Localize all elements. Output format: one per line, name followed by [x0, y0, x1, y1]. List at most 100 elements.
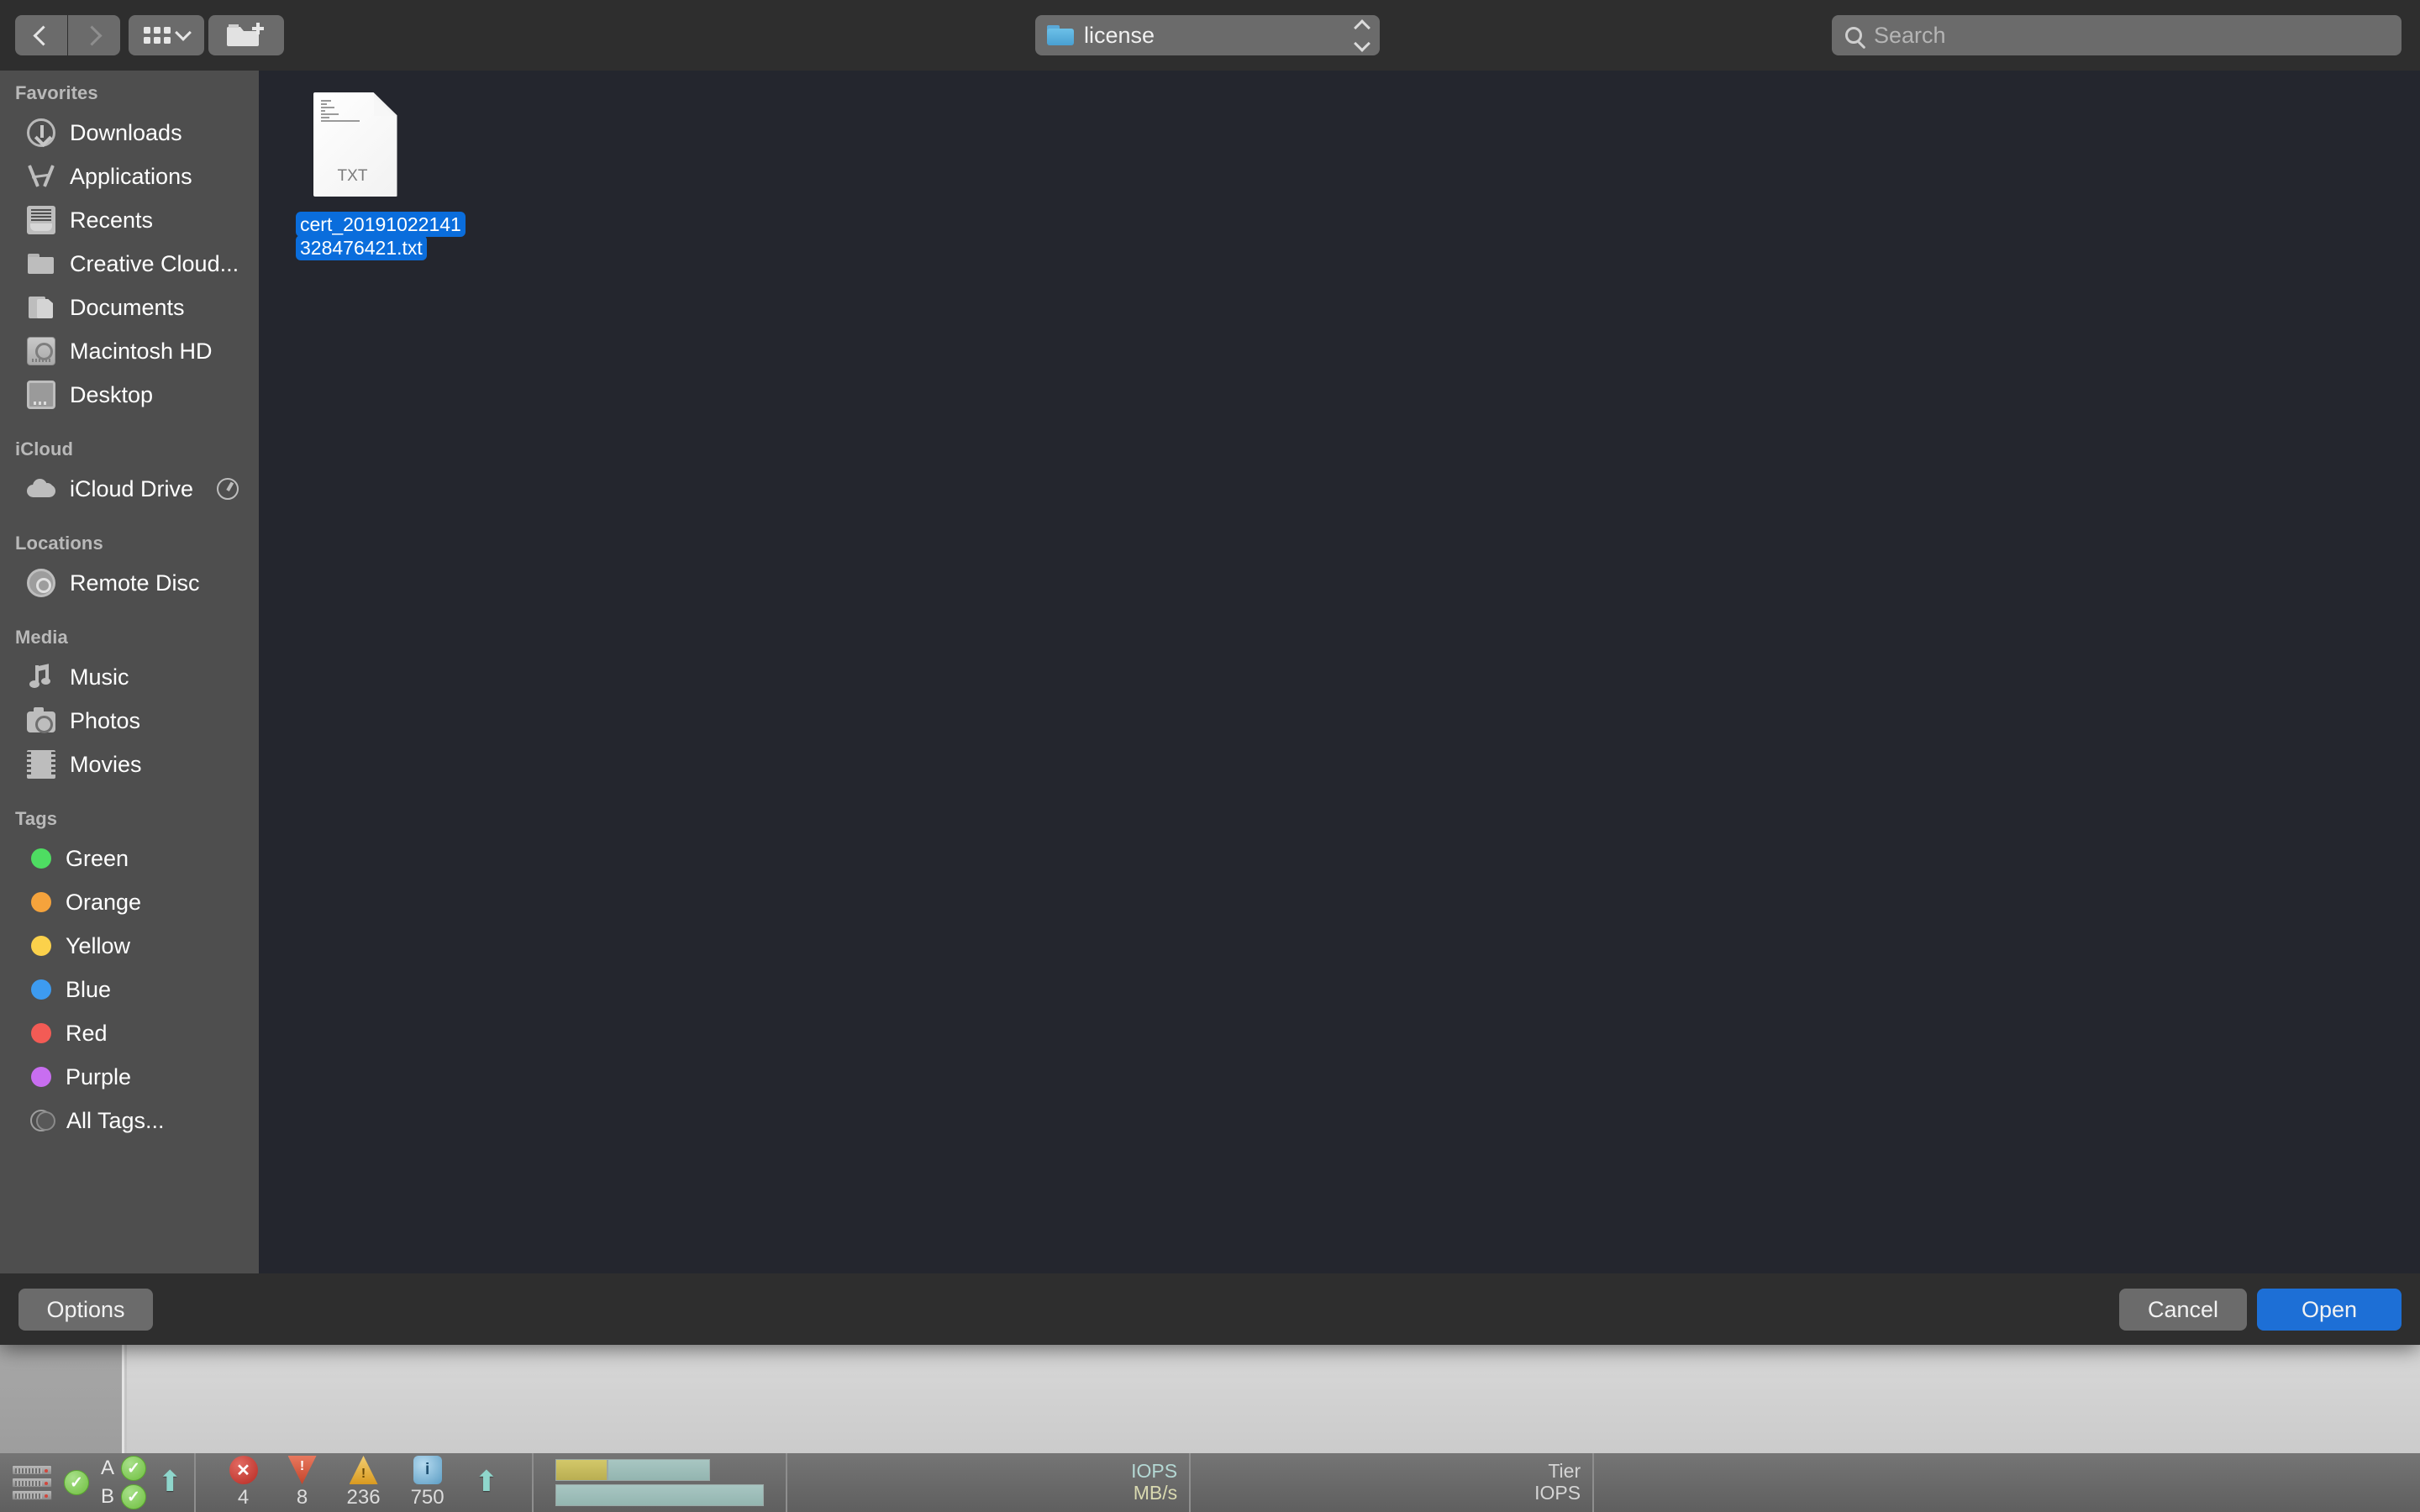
green-check-icon: ✓: [121, 1484, 147, 1509]
file-open-dialog: license Search Favorites Downloads Appli…: [0, 0, 2420, 1345]
sidebar-item-movies[interactable]: Movies: [0, 743, 259, 786]
tag-dot-icon: [31, 979, 51, 1000]
status-tier-iops[interactable]: Tier IOPS: [1191, 1453, 1595, 1512]
alert-error-count: 4: [237, 1486, 250, 1509]
optical-disc-icon: [27, 569, 55, 597]
status-iops-metrics[interactable]: IOPS MB/s: [787, 1453, 1192, 1512]
open-button[interactable]: Open: [2257, 1289, 2402, 1331]
tier-label: Tier: [1548, 1460, 1581, 1483]
options-button[interactable]: Options: [18, 1289, 153, 1331]
controller-b-label: B: [101, 1485, 115, 1508]
alert-warning[interactable]: ! 236: [347, 1456, 381, 1509]
controller-a-label: A: [101, 1457, 115, 1479]
sidebar-section-locations: Locations: [15, 533, 103, 554]
green-check-icon: ✓: [64, 1470, 89, 1495]
file-name-label[interactable]: cert_20191022141 328476421.txt: [296, 212, 466, 260]
documents-icon: [27, 293, 55, 322]
sidebar-item-music[interactable]: Music: [0, 655, 259, 699]
sidebar-item-tag-purple[interactable]: Purple: [0, 1055, 259, 1099]
cloud-icon: [27, 475, 55, 503]
file-item[interactable]: TXT cert_20191022141 328476421.txt: [296, 77, 466, 260]
search-placeholder: Search: [1874, 22, 1946, 48]
new-folder-icon: [227, 23, 264, 46]
sidebar-section-tags: Tags: [15, 808, 58, 829]
tag-dot-icon: [31, 1067, 51, 1087]
sidebar-item-label: Blue: [66, 976, 112, 1002]
tag-dot-icon: [31, 1023, 51, 1043]
sidebar-item-recents[interactable]: Recents: [0, 198, 259, 242]
downloads-icon: [27, 118, 55, 147]
sidebar-item-creative-cloud[interactable]: Creative Cloud...: [0, 242, 259, 286]
status-capacity[interactable]: [534, 1453, 788, 1512]
new-folder-button[interactable]: [208, 15, 284, 55]
sidebar-item-label: Photos: [70, 707, 141, 733]
critical-icon: !: [287, 1456, 317, 1484]
view-options-button[interactable]: [129, 15, 204, 55]
current-folder-label: license: [1084, 22, 1155, 48]
sidebar-item-documents[interactable]: Documents: [0, 286, 259, 329]
sync-progress-icon: [217, 478, 239, 500]
sidebar-item-photos[interactable]: Photos: [0, 699, 259, 743]
alert-info[interactable]: i 750: [411, 1456, 445, 1509]
alert-critical[interactable]: ! 8: [287, 1456, 317, 1509]
up-arrow-icon: ⬆: [158, 1466, 182, 1499]
sidebar-item-applications[interactable]: Applications: [0, 155, 259, 198]
alert-critical-count: 8: [296, 1486, 308, 1509]
tag-dot-icon: [31, 848, 51, 869]
chevron-right-icon: [82, 24, 103, 46]
file-name-line-2: 328476421.txt: [296, 234, 427, 260]
film-strip-icon: [27, 750, 55, 779]
search-icon: [1845, 27, 1862, 44]
sidebar-item-tag-yellow[interactable]: Yellow: [0, 924, 259, 968]
sidebar-item-label: Red: [66, 1020, 108, 1046]
file-browser-content[interactable]: TXT cert_20191022141 328476421.txt: [261, 71, 2420, 1273]
applications-icon: [27, 162, 55, 191]
sidebar-item-label: Desktop: [70, 381, 154, 407]
status-spacer: [1594, 1453, 2420, 1512]
path-popup-button[interactable]: license: [1035, 15, 1380, 55]
dialog-toolbar: license Search: [0, 0, 2420, 71]
alert-warning-count: 236: [346, 1486, 381, 1509]
dialog-bottom-bar: Options Cancel Open: [0, 1273, 2420, 1345]
folder-icon: [27, 249, 55, 278]
sidebar-item-label: All Tags...: [66, 1107, 165, 1133]
blue-folder-icon: [1047, 25, 1074, 45]
tag-dot-icon: [31, 936, 51, 956]
sidebar-item-tag-red[interactable]: Red: [0, 1011, 259, 1055]
sidebar-item-label: Recents: [70, 207, 154, 233]
sidebar-item-remote-disc[interactable]: Remote Disc: [0, 561, 259, 605]
sidebar-item-tag-green[interactable]: Green: [0, 837, 259, 880]
alert-info-count: 750: [410, 1486, 445, 1509]
sidebar-item-icloud-drive[interactable]: iCloud Drive: [0, 467, 259, 511]
recents-icon: [27, 206, 55, 234]
sidebar-item-label: iCloud Drive: [70, 475, 194, 501]
sidebar-item-all-tags[interactable]: All Tags...: [0, 1099, 259, 1142]
green-check-icon: ✓: [121, 1456, 147, 1481]
desktop-icon: [27, 381, 55, 409]
sidebar-item-macintosh-hd[interactable]: Macintosh HD: [0, 329, 259, 373]
all-tags-icon: [30, 1110, 55, 1131]
sidebar-section-favorites: Favorites: [15, 82, 98, 103]
status-cluster-health[interactable]: ✓ A ✓ B ✓ ⬆: [0, 1453, 196, 1512]
sidebar-item-downloads[interactable]: Downloads: [0, 111, 259, 155]
alert-error[interactable]: ✕ 4: [229, 1456, 258, 1509]
chevron-left-icon: [33, 24, 54, 46]
back-button[interactable]: [15, 15, 67, 55]
up-down-stepper-icon[interactable]: [1354, 18, 1370, 52]
sidebar-item-tag-blue[interactable]: Blue: [0, 968, 259, 1011]
iops-label: IOPS: [1131, 1460, 1178, 1483]
camera-icon: [27, 707, 55, 733]
sidebar-item-label: Music: [70, 664, 129, 690]
search-input[interactable]: Search: [1832, 15, 2402, 55]
sidebar[interactable]: Favorites Downloads Applications Recents…: [0, 71, 259, 1273]
cancel-button[interactable]: Cancel: [2119, 1289, 2247, 1331]
sidebar-item-desktop[interactable]: Desktop: [0, 373, 259, 417]
sidebar-item-tag-orange[interactable]: Orange: [0, 880, 259, 924]
sidebar-item-label: Movies: [70, 751, 142, 777]
file-kind-label: TXT: [337, 167, 368, 185]
sidebar-item-label: Documents: [70, 294, 185, 320]
sidebar-item-label: Applications: [70, 163, 192, 189]
info-icon: i: [413, 1456, 442, 1484]
forward-button[interactable]: [68, 15, 120, 55]
status-alerts[interactable]: ✕ 4 ! 8 ! 236 i 750 ⬆: [196, 1453, 534, 1512]
